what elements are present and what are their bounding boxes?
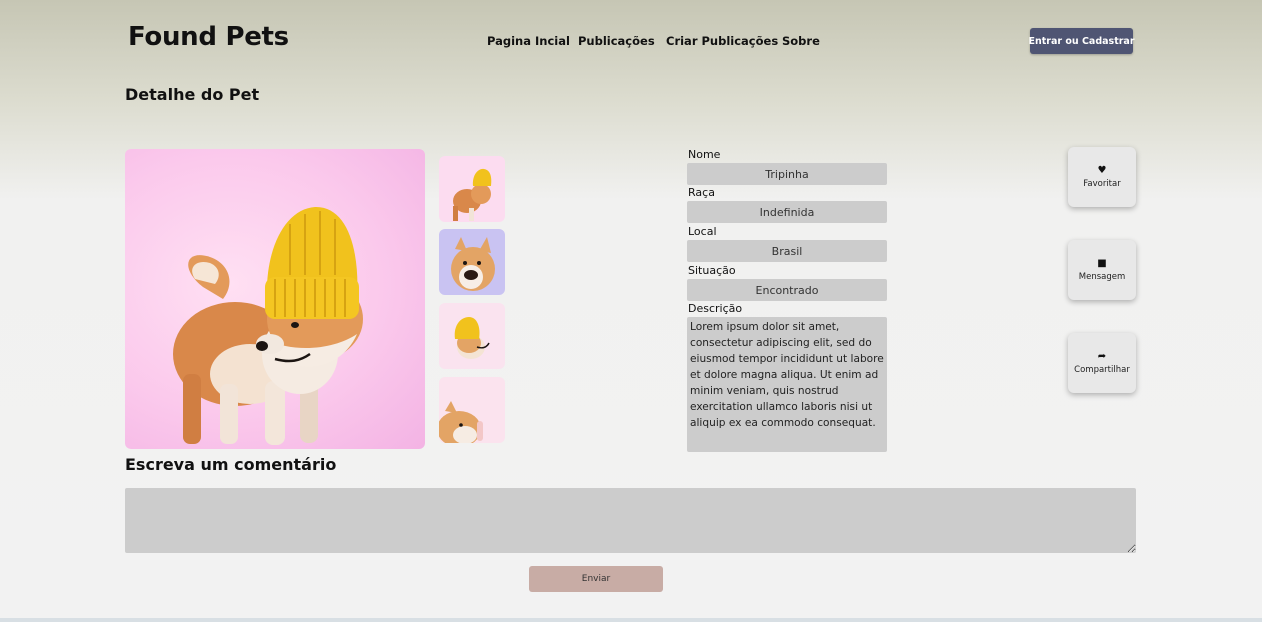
heart-icon: ♥ — [1097, 165, 1107, 176]
nav-about[interactable]: Sobre — [782, 34, 820, 48]
comment-input[interactable] — [125, 488, 1136, 553]
field-label-description: Descrição — [688, 302, 743, 315]
field-value-status: Encontrado — [687, 279, 887, 301]
field-value-description: Lorem ipsum dolor sit amet, consectetur … — [687, 317, 887, 452]
page-title: Detalhe do Pet — [125, 85, 260, 104]
pet-thumbnail[interactable] — [439, 156, 505, 222]
bottom-divider — [0, 618, 1262, 622]
share-label: Compartilhar — [1074, 365, 1130, 375]
message-icon: ■ — [1097, 258, 1107, 269]
send-button[interactable]: Enviar — [529, 566, 663, 592]
field-label-breed: Raça — [688, 186, 715, 199]
field-value-name: Tripinha — [687, 163, 887, 185]
share-button[interactable]: ➦ Compartilhar — [1068, 333, 1136, 393]
pet-thumbnail[interactable] — [439, 229, 505, 295]
nav-home[interactable]: Pagina Incial — [487, 34, 570, 48]
site-logo[interactable]: Found Pets — [128, 22, 289, 52]
pet-thumbnail[interactable] — [439, 303, 505, 369]
login-signup-button[interactable]: Entrar ou Cadastrar — [1028, 28, 1135, 54]
favorite-button[interactable]: ♥ Favoritar — [1068, 147, 1136, 207]
share-icon: ➦ — [1097, 351, 1107, 362]
field-label-name: Nome — [688, 148, 721, 161]
message-button[interactable]: ■ Mensagem — [1068, 240, 1136, 300]
favorite-label: Favoritar — [1083, 179, 1121, 189]
field-value-breed: Indefinida — [687, 201, 887, 223]
nav-publications[interactable]: Publicações — [578, 34, 655, 48]
comment-title: Escreva um comentário — [125, 455, 337, 474]
field-value-location: Brasil — [687, 240, 887, 262]
field-label-status: Situação — [688, 264, 736, 277]
nav-create-publication[interactable]: Criar Publicações — [666, 34, 778, 48]
message-label: Mensagem — [1078, 272, 1126, 282]
pet-thumbnail[interactable] — [439, 377, 505, 443]
field-label-location: Local — [688, 225, 717, 238]
pet-main-photo — [125, 149, 425, 449]
